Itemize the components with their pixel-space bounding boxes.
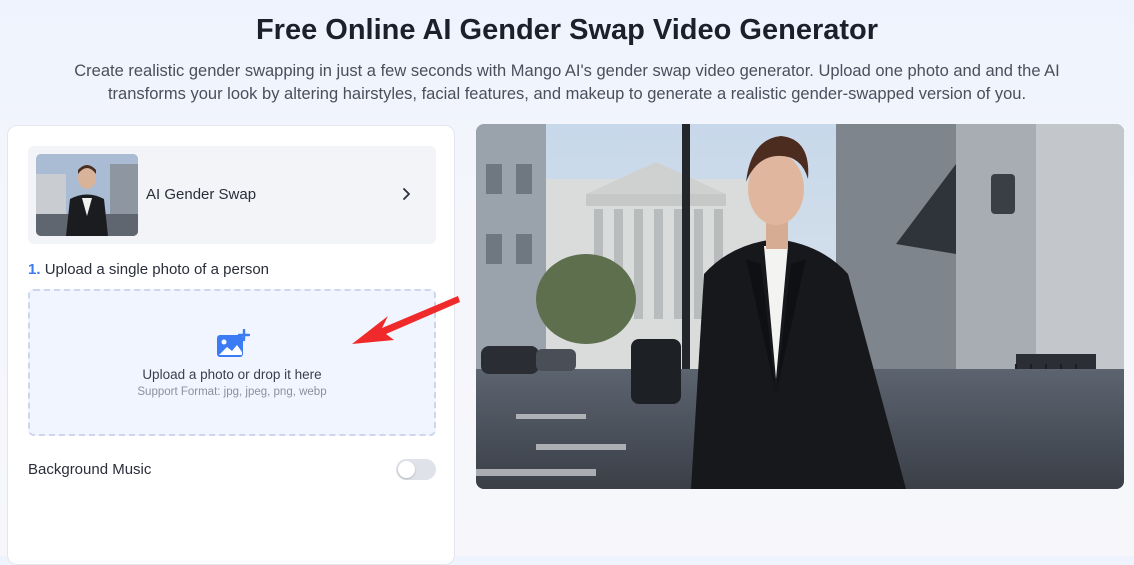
chevron-right-icon [403,188,410,200]
step-number: 1. [28,261,41,278]
template-selector[interactable]: AI Gender Swap [28,146,436,244]
toggle-knob [398,461,415,478]
annotation-arrow-icon [352,296,460,344]
image-add-icon [217,329,250,357]
page-title: Free Online AI Gender Swap Video Generat… [255,14,879,46]
template-thumbnail [36,154,138,236]
background-music-label: Background Music [28,461,152,478]
template-label: AI Gender Swap [146,186,257,203]
young-man-in-black-suit-city-street [476,124,1124,489]
upload-title: Upload a photo or drop it here [142,367,322,382]
background-music-toggle[interactable] [396,459,436,480]
man-in-suit-thumbnail [36,154,138,236]
preview-image [476,124,1124,489]
upload-step-label: 1. Upload a single photo of a person [28,261,269,278]
page-subtitle: Create realistic gender swapping in just… [74,62,1060,103]
upload-formats: Support Format: jpg, jpeg, png, webp [137,386,327,398]
step-text: Upload a single photo of a person [44,261,270,278]
